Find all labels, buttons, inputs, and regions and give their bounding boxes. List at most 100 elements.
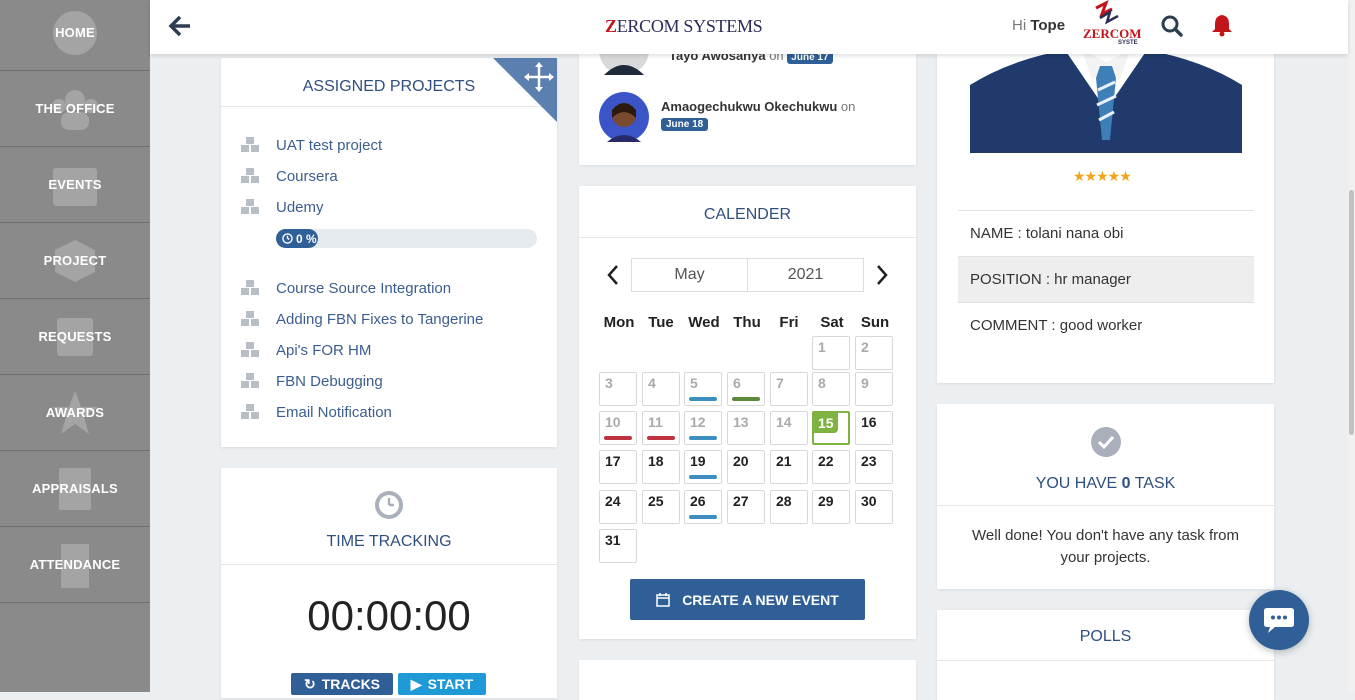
calendar-day[interactable]: 12 [684,411,722,445]
scrollbar-thumb[interactable] [1349,190,1354,435]
calendar-day[interactable]: 9 [855,372,893,406]
timer-display: 00:00:00 [307,592,471,639]
sidebar-item-awards[interactable]: AWARDS [0,375,150,451]
sidebar-item-events[interactable]: EVENTS [0,147,150,223]
profile-card: ★★★★★ NAME : tolani nana obi POSITION : … [937,0,1274,383]
calendar-day[interactable]: 25 [642,490,680,524]
calendar-day[interactable]: 21 [770,450,808,484]
calendar-day[interactable]: 26 [684,490,722,524]
calendar-day[interactable]: 4 [642,372,680,406]
calendar-title: CALENDER [579,186,916,238]
calendar-day[interactable]: 16 [855,411,893,445]
cubes-icon [241,137,259,152]
clock-icon [375,491,403,519]
day-number: 25 [648,493,664,509]
year-select[interactable]: 2021 [747,258,864,292]
chevron-right-icon[interactable] [874,257,890,293]
day-number: 22 [818,453,834,469]
rating-stars: ★★★★★ [1073,168,1132,184]
calendar-day[interactable]: 19 [684,450,722,484]
calendar-day[interactable]: 10 [599,411,637,445]
calendar-day[interactable]: 24 [599,490,637,524]
calendar-day[interactable]: 27 [727,490,765,524]
day-name: Thu [733,314,761,331]
create-event-button[interactable]: CREATE A NEW EVENT [630,579,865,620]
calendar-day[interactable]: 22 [812,450,850,484]
calendar-day[interactable]: 5 [684,372,722,406]
calendar-day[interactable]: 1 [812,336,850,370]
back-arrow-icon[interactable] [168,13,194,39]
brand-logo[interactable]: ZERCOM SYSTEMS [605,16,763,37]
cubes-icon [241,168,259,183]
avatar [599,92,649,142]
history-icon: ↻ [303,675,316,692]
profile-name: NAME : tolani nana obi [958,210,1254,256]
day-number: 10 [605,414,621,430]
calendar-day-today[interactable]: 15 [812,411,850,445]
calendar-day[interactable]: 18 [642,450,680,484]
company-logo-avatar[interactable]: ZERCOM SYSTE [1080,0,1142,50]
day-number: 17 [605,453,621,469]
sidebar-item-label: EVENTS [48,177,102,192]
tasks-message: Well done! You don't have any task from … [972,527,1239,566]
calendar-day[interactable]: 30 [855,490,893,524]
calendar-day[interactable]: 31 [599,529,637,563]
project-item[interactable]: FBN Debugging [241,371,383,391]
sidebar-item-label: ATTENDANCE [29,557,121,572]
sidebar-item-the-office[interactable]: THE OFFICE [0,71,150,147]
calendar-day[interactable]: 28 [770,490,808,524]
calendar-day[interactable]: 23 [855,450,893,484]
calendar-day[interactable]: 14 [770,411,808,445]
day-number: 23 [861,453,877,469]
day-number: 6 [733,375,741,391]
calendar-day[interactable]: 29 [812,490,850,524]
page-scrollbar[interactable] [1348,0,1355,692]
calendar-day[interactable]: 20 [727,450,765,484]
calendar-day[interactable]: 7 [770,372,808,406]
sidebar-item-attendance[interactable]: ATTENDANCE [0,527,150,603]
day-number: 19 [690,453,706,469]
tasks-title: YOU HAVE 0 TASK [1035,475,1176,492]
day-number: 7 [776,375,784,391]
project-item[interactable]: Course Source Integration [241,278,451,298]
calendar-day[interactable]: 8 [812,372,850,406]
move-icon[interactable] [493,58,557,122]
chat-button[interactable] [1249,590,1309,650]
calendar-day[interactable]: 3 [599,372,637,406]
day-number: 5 [690,375,698,391]
day-number: 4 [648,375,656,391]
day-name: Mon [603,314,635,331]
calendar-icon [656,592,670,607]
sidebar-item-home[interactable]: HOME [0,0,150,71]
calendar-day[interactable]: 13 [727,411,765,445]
day-number: 21 [776,453,792,469]
chevron-left-icon[interactable] [605,257,621,293]
project-item[interactable]: Coursera [241,166,338,186]
sidebar-item-appraisals[interactable]: APPRAISALS [0,451,150,527]
calendar-day[interactable]: 17 [599,450,637,484]
project-item[interactable]: Api's FOR HM [241,340,371,360]
bell-icon[interactable] [1211,13,1233,37]
day-number: 31 [605,532,621,548]
greeting: Hi Tope [1012,17,1066,34]
calendar-day[interactable]: 6 [727,372,765,406]
day-number: 26 [690,493,706,509]
sidebar-item-project[interactable]: PROJECT [0,223,150,299]
project-item[interactable]: Udemy [241,197,324,217]
sidebar-item-label: HOME [55,25,95,40]
month-select[interactable]: May [631,258,748,292]
calendar-day[interactable]: 11 [642,411,680,445]
project-item[interactable]: Adding FBN Fixes to Tangerine [241,309,483,329]
project-item[interactable]: Email Notification [241,402,392,422]
birthday-entry: Amaogechukwu Okechukwu on June 18 [661,99,856,131]
sidebar-item-label: THE OFFICE [35,101,115,116]
day-number: 16 [861,414,877,430]
project-item[interactable]: UAT test project [241,135,382,155]
sidebar-item-requests[interactable]: REQUESTS [0,299,150,375]
day-number: 27 [733,493,749,509]
project-progress-bar: 0 % [276,229,537,248]
profile-position: POSITION : hr manager [958,256,1254,302]
cubes-icon [241,199,259,214]
search-icon[interactable] [1160,14,1184,38]
calendar-day[interactable]: 2 [855,336,893,370]
